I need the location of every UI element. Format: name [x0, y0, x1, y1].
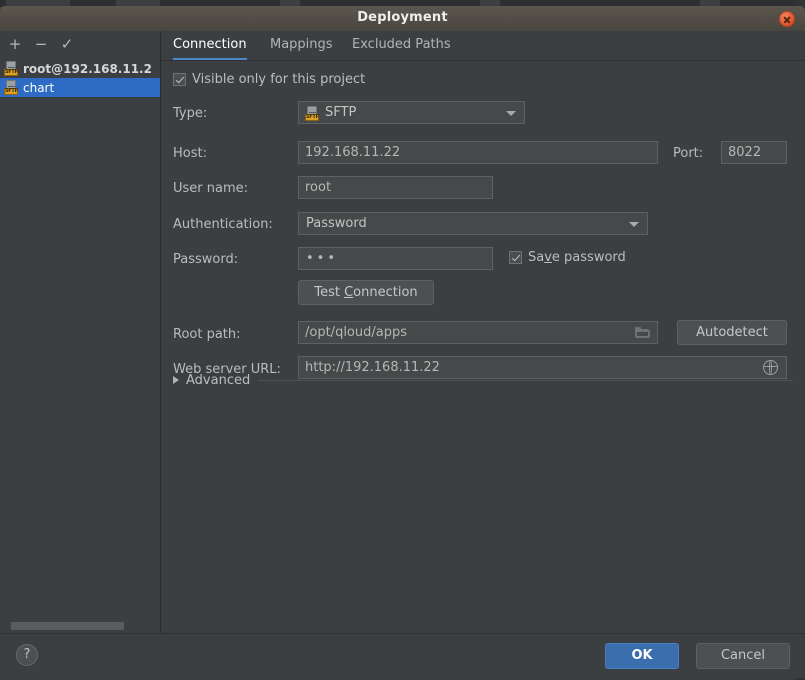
sidebar-horizontal-scrollbar[interactable]	[0, 619, 160, 633]
cancel-button[interactable]: Cancel	[696, 643, 790, 669]
page-title: Deployment	[357, 10, 448, 25]
deployment-dialog: Deployment + − ✓ SFTP root@192.168.11.2	[0, 0, 805, 680]
help-button[interactable]: ?	[16, 644, 38, 666]
authentication-label: Authentication:	[173, 217, 273, 232]
host-label: Host:	[173, 146, 207, 161]
sidebar-scrollbar-thumb[interactable]	[11, 622, 124, 630]
visible-only-checkbox[interactable]: Visible only for this project	[173, 72, 365, 87]
close-icon[interactable]	[779, 11, 795, 27]
remove-server-button[interactable]: −	[30, 34, 52, 55]
chevron-right-icon	[173, 376, 179, 384]
authentication-select[interactable]: Password	[298, 212, 648, 235]
sidebar-item-label: chart	[23, 80, 55, 95]
port-input[interactable]: 8022	[721, 141, 787, 164]
username-input[interactable]: root	[298, 176, 493, 199]
type-select[interactable]: SFTP SFTP	[298, 101, 525, 124]
visible-only-label: Visible only for this project	[192, 72, 366, 87]
password-masked-value: •••	[306, 251, 339, 266]
autodetect-button[interactable]: Autodetect	[677, 320, 787, 345]
sidebar-item-chart[interactable]: SFTP chart	[0, 78, 160, 97]
advanced-section-toggle[interactable]: Advanced	[173, 372, 793, 388]
ok-button[interactable]: OK	[605, 643, 679, 669]
password-input[interactable]: •••	[298, 247, 493, 270]
root-path-input[interactable]: /opt/qloud/apps	[298, 321, 658, 344]
password-label: Password:	[173, 252, 239, 267]
dialog-body: + − ✓ SFTP root@192.168.11.2 SFTP chart	[0, 31, 805, 633]
username-label: User name:	[173, 181, 249, 196]
port-label: Port:	[673, 146, 704, 161]
tab-mappings[interactable]: Mappings	[270, 31, 333, 60]
host-input[interactable]: 192.168.11.22	[298, 141, 658, 164]
checkbox-box	[509, 251, 522, 264]
save-password-label: Save password	[528, 250, 626, 265]
connection-form: Visible only for this project Type: SFTP…	[161, 61, 805, 633]
chevron-down-icon	[629, 222, 639, 227]
checkbox-box	[173, 73, 186, 86]
dialog-footer: ? OK Cancel	[0, 633, 805, 678]
titlebar: Deployment	[0, 6, 805, 31]
sidebar-item-root-server[interactable]: SFTP root@192.168.11.2	[0, 59, 160, 78]
type-select-value: SFTP	[325, 105, 357, 120]
tab-bar: Connection Mappings Excluded Paths	[161, 31, 805, 61]
sftp-icon-label: SFTP	[4, 69, 18, 76]
main-panel: Connection Mappings Excluded Paths Visib…	[161, 31, 805, 633]
sidebar-toolbar: + − ✓	[0, 31, 160, 58]
root-path-label: Root path:	[173, 327, 241, 342]
type-label: Type:	[173, 106, 208, 121]
authentication-select-value: Password	[306, 216, 367, 231]
advanced-divider	[258, 379, 793, 381]
use-as-default-button[interactable]: ✓	[56, 34, 78, 55]
sftp-icon: SFTP	[4, 80, 18, 95]
chevron-down-icon	[506, 111, 516, 116]
tab-connection[interactable]: Connection	[173, 31, 247, 60]
save-password-checkbox[interactable]: Save password	[509, 250, 626, 265]
test-connection-button[interactable]: Test Connection	[298, 280, 434, 305]
tab-excluded-paths[interactable]: Excluded Paths	[352, 31, 451, 60]
sftp-icon: SFTP	[305, 106, 319, 121]
sftp-icon-label: SFTP	[305, 114, 319, 121]
sidebar-item-label: root@192.168.11.2	[23, 61, 152, 76]
folder-icon[interactable]	[635, 327, 650, 339]
sftp-icon: SFTP	[4, 61, 18, 76]
advanced-label: Advanced	[186, 372, 251, 388]
server-list-sidebar: + − ✓ SFTP root@192.168.11.2 SFTP chart	[0, 31, 161, 633]
sftp-icon-label: SFTP	[4, 88, 18, 95]
add-server-button[interactable]: +	[4, 34, 26, 55]
